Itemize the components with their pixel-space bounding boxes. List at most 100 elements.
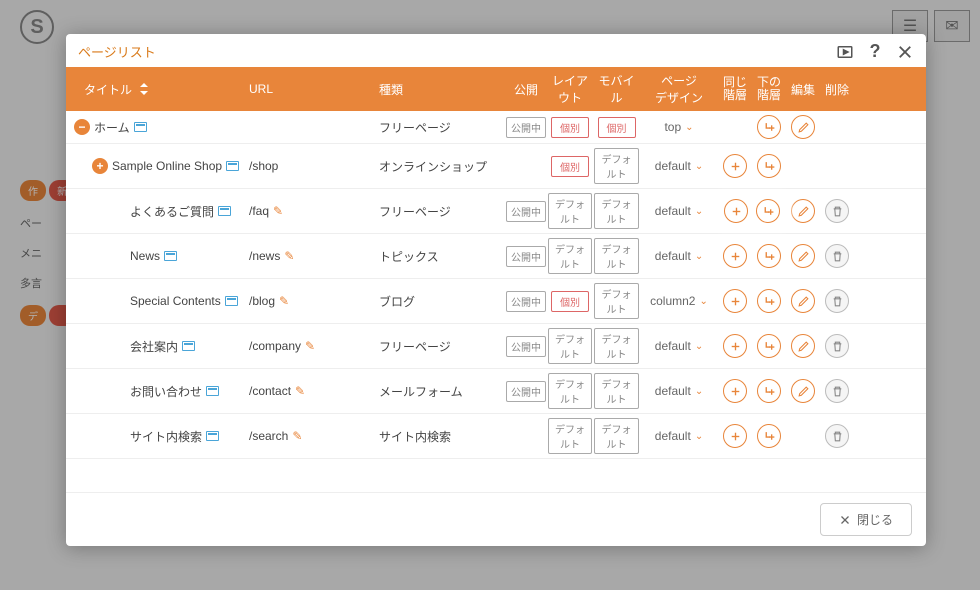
add-same-level-button[interactable]	[723, 334, 747, 358]
add-sub-level-button[interactable]	[757, 154, 781, 178]
layout-badge[interactable]: デフォルト	[548, 418, 592, 454]
row-type: フリーページ	[379, 119, 505, 136]
publish-badge[interactable]: 公開中	[506, 336, 546, 357]
edit-button[interactable]	[791, 289, 815, 313]
mobile-badge[interactable]: デフォルト	[594, 373, 639, 409]
edit-url-icon[interactable]: ✎	[273, 204, 283, 218]
mobile-badge[interactable]: 個別	[598, 117, 636, 138]
row-title[interactable]: 会社案内	[130, 338, 178, 355]
layout-badge[interactable]: 個別	[551, 291, 589, 312]
expand-icon[interactable]: +	[92, 158, 108, 174]
add-same-level-button[interactable]	[723, 154, 747, 178]
collapse-icon[interactable]: −	[74, 119, 90, 135]
row-title[interactable]: Sample Online Shop	[112, 159, 222, 173]
design-select[interactable]: default⌄	[655, 204, 703, 218]
edit-button[interactable]	[791, 379, 815, 403]
page-icon[interactable]	[225, 296, 238, 306]
publish-badge[interactable]: 公開中	[506, 381, 546, 402]
design-select[interactable]: top⌄	[664, 120, 693, 134]
delete-button[interactable]	[825, 289, 849, 313]
edit-button[interactable]	[791, 199, 815, 223]
page-icon[interactable]	[182, 341, 195, 351]
mobile-badge[interactable]: デフォルト	[594, 328, 639, 364]
edit-button[interactable]	[791, 244, 815, 268]
row-title[interactable]: サイト内検索	[130, 428, 202, 445]
layout-badge[interactable]: 個別	[551, 117, 589, 138]
mobile-badge[interactable]: デフォルト	[594, 418, 639, 454]
delete-button[interactable]	[825, 424, 849, 448]
layout-badge[interactable]: デフォルト	[548, 373, 592, 409]
add-sub-level-button[interactable]	[757, 424, 781, 448]
sort-icon	[139, 83, 149, 95]
publish-badge[interactable]: 公開中	[506, 291, 546, 312]
add-sub-level-button[interactable]	[757, 379, 781, 403]
edit-button[interactable]	[791, 334, 815, 358]
page-icon[interactable]	[218, 206, 231, 216]
edit-url-icon[interactable]: ✎	[295, 384, 305, 398]
design-select[interactable]: default⌄	[655, 159, 703, 173]
add-sub-level-button[interactable]	[756, 199, 780, 223]
chevron-down-icon: ⌄	[695, 161, 703, 172]
page-icon[interactable]	[134, 122, 147, 132]
design-select[interactable]: column2⌄	[650, 294, 708, 308]
col-header-title[interactable]: タイトル	[74, 81, 249, 98]
page-icon[interactable]	[206, 431, 219, 441]
design-select[interactable]: default⌄	[655, 429, 703, 443]
publish-badge[interactable]: 公開中	[506, 117, 546, 138]
design-select[interactable]: default⌄	[655, 384, 703, 398]
chevron-down-icon: ⌄	[695, 431, 703, 442]
page-icon[interactable]	[206, 386, 219, 396]
row-title[interactable]: お問い合わせ	[130, 383, 202, 400]
add-same-level-button[interactable]	[723, 244, 747, 268]
delete-button[interactable]	[825, 199, 849, 223]
edit-button[interactable]	[791, 115, 815, 139]
close-button[interactable]: 閉じる	[820, 503, 912, 536]
add-sub-level-button[interactable]	[757, 115, 781, 139]
video-icon[interactable]	[836, 43, 854, 61]
add-sub-level-button[interactable]	[757, 289, 781, 313]
edit-url-icon[interactable]: ✎	[305, 339, 315, 353]
table-row: お問い合わせ/contact✎メールフォーム公開中デフォルトデフォルトdefau…	[66, 369, 926, 414]
layout-badge[interactable]: デフォルト	[548, 193, 592, 229]
edit-url-icon[interactable]: ✎	[292, 429, 302, 443]
modal-title: ページリスト	[78, 42, 156, 61]
add-same-level-button[interactable]	[723, 379, 747, 403]
delete-button[interactable]	[825, 379, 849, 403]
delete-button[interactable]	[825, 334, 849, 358]
row-type: トピックス	[379, 248, 505, 265]
edit-url-icon[interactable]: ✎	[279, 294, 289, 308]
publish-badge[interactable]: 公開中	[506, 246, 546, 267]
layout-badge[interactable]: デフォルト	[548, 238, 592, 274]
add-sub-level-button[interactable]	[757, 244, 781, 268]
delete-button[interactable]	[825, 244, 849, 268]
publish-badge[interactable]: 公開中	[506, 201, 546, 222]
mobile-badge[interactable]: デフォルト	[594, 148, 639, 184]
row-title[interactable]: よくあるご質問	[130, 203, 214, 220]
page-icon[interactable]	[164, 251, 177, 261]
row-title[interactable]: News	[130, 249, 160, 263]
add-same-level-button[interactable]	[723, 424, 747, 448]
add-same-level-button[interactable]	[724, 199, 748, 223]
design-select[interactable]: default⌄	[655, 339, 703, 353]
layout-badge[interactable]: 個別	[551, 156, 589, 177]
mobile-badge[interactable]: デフォルト	[594, 238, 639, 274]
help-icon[interactable]: ?	[866, 43, 884, 61]
close-button-label: 閉じる	[857, 511, 893, 528]
table-row: よくあるご質問/faq✎フリーページ公開中デフォルトデフォルトdefault⌄	[66, 189, 926, 234]
row-type: ブログ	[379, 293, 505, 310]
mobile-badge[interactable]: デフォルト	[594, 193, 639, 229]
close-icon[interactable]	[896, 43, 914, 61]
col-header-url: URL	[249, 82, 379, 96]
col-header-sub: 下の 階層	[752, 76, 786, 102]
table-row: News/news✎トピックス公開中デフォルトデフォルトdefault⌄	[66, 234, 926, 279]
mobile-badge[interactable]: デフォルト	[594, 283, 639, 319]
table-header: タイトル URL 種類 公開 レイアウト モバイル ページ デザイン 同じ 階層…	[66, 67, 926, 111]
edit-url-icon[interactable]: ✎	[284, 249, 294, 263]
add-sub-level-button[interactable]	[757, 334, 781, 358]
layout-badge[interactable]: デフォルト	[548, 328, 592, 364]
page-icon[interactable]	[226, 161, 239, 171]
design-select[interactable]: default⌄	[655, 249, 703, 263]
add-same-level-button[interactable]	[723, 289, 747, 313]
row-title[interactable]: Special Contents	[130, 294, 221, 308]
row-title[interactable]: ホーム	[94, 119, 130, 136]
